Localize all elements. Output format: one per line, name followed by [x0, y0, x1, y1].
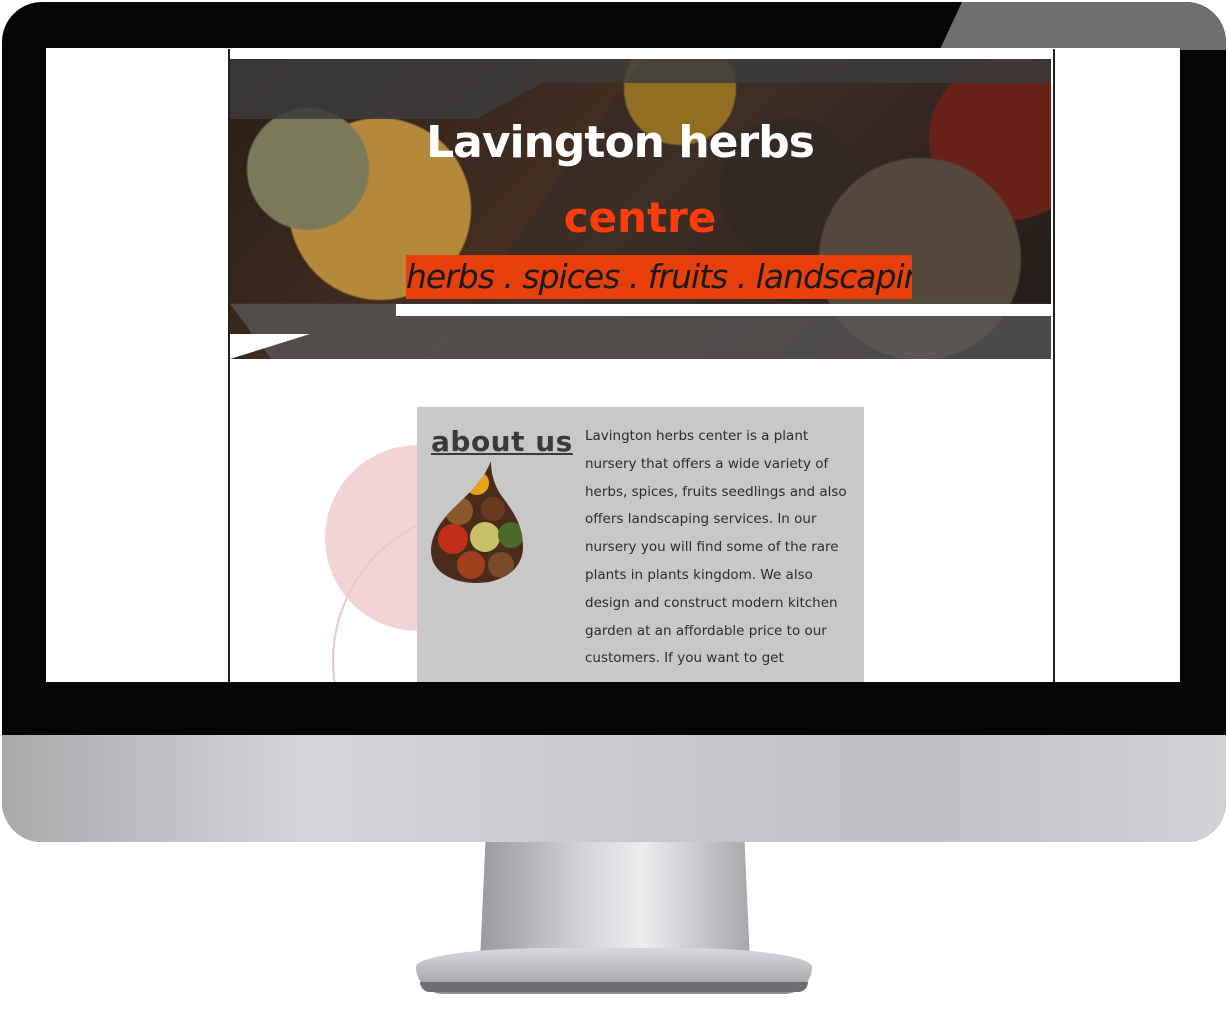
monitor-chin: [2, 735, 1226, 842]
hero-divider: [396, 304, 1051, 316]
monitor-stand-neck: [480, 842, 750, 962]
monitor-screen: Lavington herbs centre herbs . spices . …: [46, 48, 1180, 682]
about-heading-link[interactable]: about us: [431, 425, 573, 458]
site-tagline: herbs . spices . fruits . landscaping: [406, 255, 912, 299]
monitor-stand-base-edge: [420, 982, 808, 992]
website-page: Lavington herbs centre herbs . spices . …: [228, 49, 1055, 682]
hero-banner: Lavington herbs centre herbs . spices . …: [230, 59, 1051, 359]
about-section: about us Lavington herbs center is a pla…: [417, 407, 864, 682]
bezel-gloss: [939, 2, 1226, 50]
site-title-accent: centre: [563, 193, 717, 242]
monitor-mockup: Lavington herbs centre herbs . spices . …: [0, 0, 1228, 1010]
about-description: Lavington herbs center is a plant nurser…: [585, 428, 847, 667]
site-title: Lavington herbs: [426, 117, 815, 168]
spice-bowls-drop-image: [431, 461, 523, 583]
